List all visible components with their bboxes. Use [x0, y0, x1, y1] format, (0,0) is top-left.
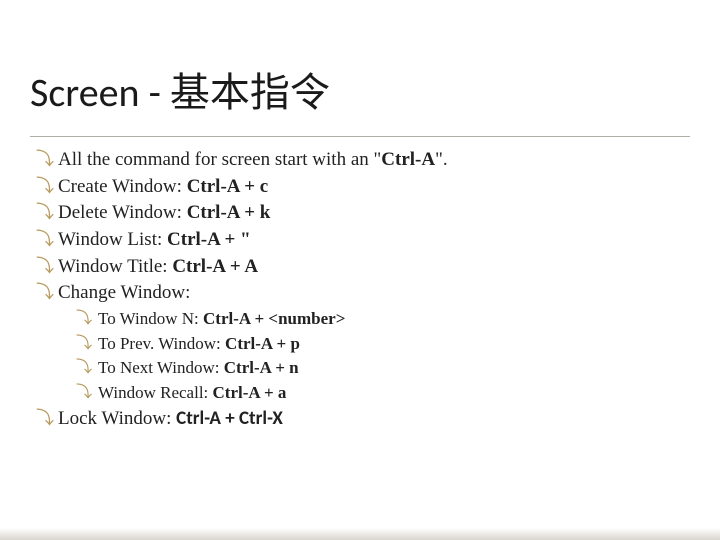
- bullet-icon: ⤵: [36, 406, 54, 430]
- text-run: Ctrl-A + k: [187, 202, 271, 223]
- bullet-icon: ⤵: [36, 147, 54, 171]
- list-item: ⤵Delete Window: Ctrl-A + k: [36, 200, 690, 226]
- text-run: Ctrl-A + <number>: [203, 309, 345, 328]
- bullet-icon: ⤵: [76, 381, 92, 404]
- text-run: Ctrl-A + c: [187, 176, 269, 197]
- bullet-icon: ⤵: [76, 307, 92, 330]
- bullet-icon: ⤵: [76, 332, 92, 355]
- text-run: To Prev. Window:: [98, 334, 225, 353]
- text-run: Create Window:: [58, 176, 187, 197]
- list-item: ⤵Lock Window: Ctrl-A + Ctrl-X: [36, 406, 690, 432]
- text-run: Ctrl-A + n: [224, 358, 299, 377]
- slide-title: Screen - 基本指令: [30, 60, 690, 118]
- list-item: ⤵Change Window:⤵To Window N: Ctrl-A + <n…: [36, 280, 690, 405]
- text-run: Change Window:: [58, 282, 190, 303]
- text-run: Lock Window:: [58, 408, 176, 429]
- bullet-icon: ⤵: [76, 356, 92, 379]
- slide: Screen - 基本指令 ⤵All the command for scree…: [0, 0, 720, 540]
- text-run: Window List:: [58, 229, 167, 250]
- list-item: ⤵All the command for screen start with a…: [36, 147, 690, 173]
- text-run: Delete Window:: [58, 202, 187, 223]
- text-run: Ctrl-A + A: [172, 256, 258, 277]
- list-item: ⤵Window List: Ctrl-A + ": [36, 227, 690, 253]
- text-run: Ctrl-A: [381, 149, 435, 170]
- bullet-icon: ⤵: [36, 174, 54, 198]
- bullet-icon: ⤵: [36, 227, 54, 251]
- text-run: To Window N:: [98, 309, 203, 328]
- list-item: ⤵ To Next Window: Ctrl-A + n: [76, 356, 690, 380]
- text-run: All the command for screen start with an…: [58, 149, 381, 170]
- bullet-icon: ⤵: [36, 200, 54, 224]
- list-item: ⤵Create Window: Ctrl-A + c: [36, 174, 690, 200]
- list-item: ⤵ Window Recall: Ctrl-A + a: [76, 381, 690, 405]
- bottom-shadow: [0, 528, 720, 540]
- text-run: Window Recall:: [98, 383, 213, 402]
- text-run: ".: [435, 149, 448, 170]
- text-run: Window Title:: [58, 256, 172, 277]
- bullet-list: ⤵All the command for screen start with a…: [36, 147, 690, 432]
- text-run: Ctrl-A + ": [167, 229, 251, 250]
- text-run: Ctrl-A + a: [213, 383, 287, 402]
- text-run: To Next Window:: [98, 358, 224, 377]
- text-run: Ctrl-A + Ctrl-X: [176, 407, 283, 430]
- list-item: ⤵Window Title: Ctrl-A + A: [36, 254, 690, 280]
- list-item: ⤵ To Window N: Ctrl-A + <number>: [76, 307, 690, 331]
- title-rule: [30, 136, 690, 137]
- bullet-icon: ⤵: [36, 254, 54, 278]
- list-item: ⤵ To Prev. Window: Ctrl-A + p: [76, 332, 690, 356]
- sub-list: ⤵ To Window N: Ctrl-A + <number> ⤵ To Prev.…: [76, 307, 690, 405]
- text-run: Ctrl-A + p: [225, 334, 300, 353]
- bullet-icon: ⤵: [36, 280, 54, 304]
